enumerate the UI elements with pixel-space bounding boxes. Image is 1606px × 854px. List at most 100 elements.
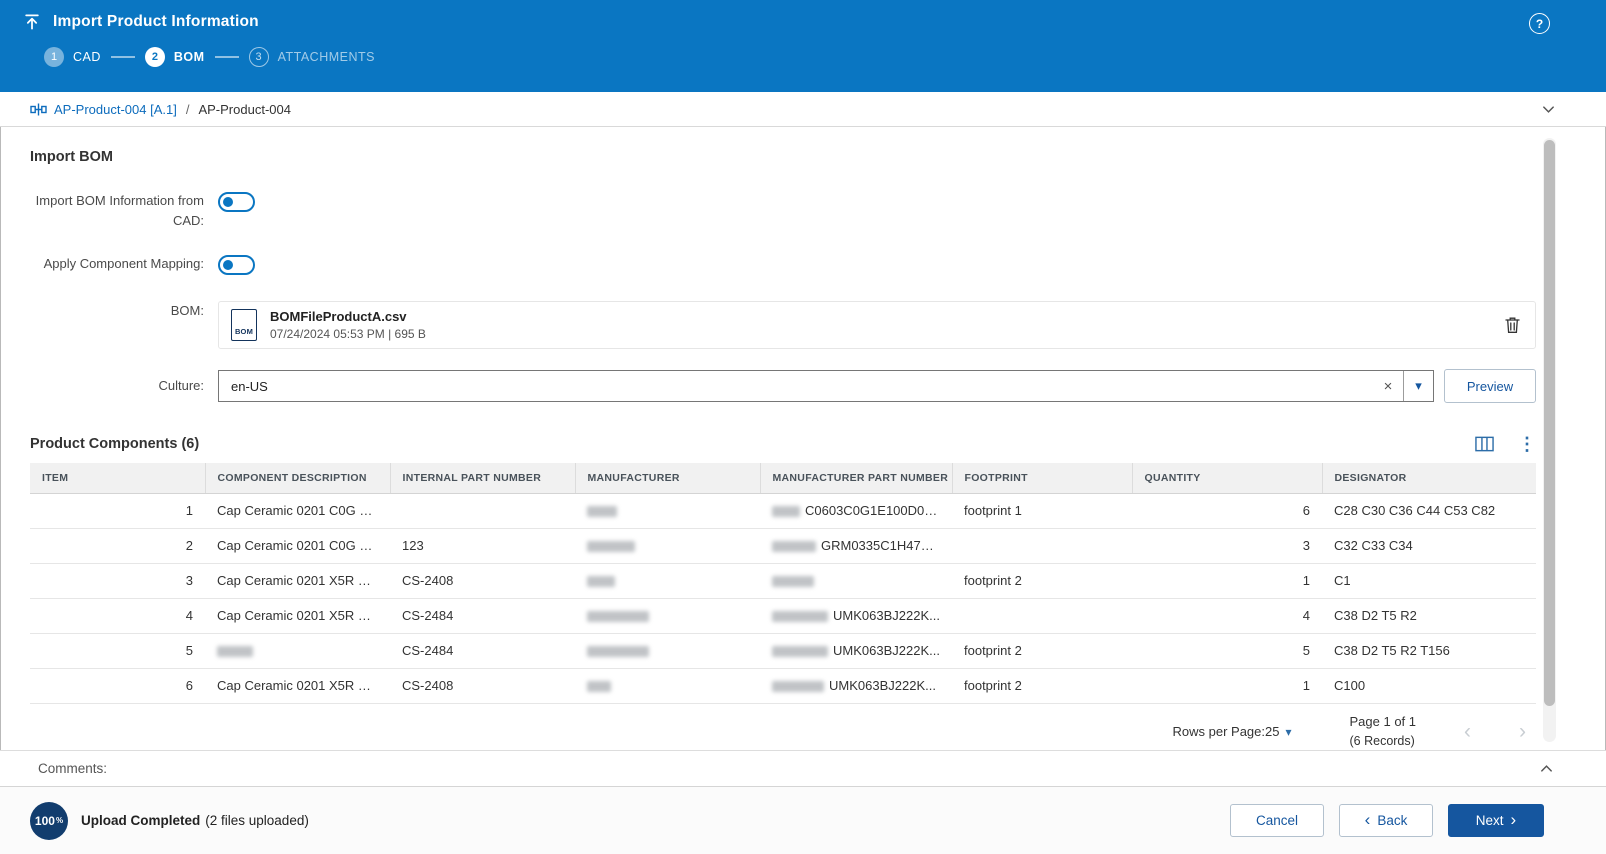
column-header-item[interactable]: ITEM bbox=[30, 463, 205, 493]
step-cad-label: CAD bbox=[73, 50, 101, 64]
column-header-manufacturer[interactable]: MANUFACTURER bbox=[575, 463, 760, 493]
breadcrumb-separator: / bbox=[186, 102, 190, 117]
page-info: Page 1 of 1 (6 Records) bbox=[1350, 713, 1417, 750]
step-connector bbox=[215, 56, 239, 58]
step-attachments-number: 3 bbox=[249, 47, 269, 67]
bom-file-row: BOM: BOM BOMFileProductA.csv 07/24/2024 … bbox=[30, 301, 1536, 349]
next-button[interactable]: Next › bbox=[1448, 804, 1544, 837]
import-bom-section-title: Import BOM bbox=[30, 149, 1536, 165]
cancel-button[interactable]: Cancel bbox=[1230, 804, 1324, 837]
step-attachments[interactable]: 3 ATTACHMENTS bbox=[249, 47, 375, 67]
title-row: Import Product Information bbox=[22, 12, 1584, 32]
product-components-title: Product Components (6) bbox=[30, 436, 199, 452]
column-header-component-description[interactable]: COMPONENT DESCRIPTION bbox=[205, 463, 390, 493]
bom-file-card: BOM BOMFileProductA.csv 07/24/2024 05:53… bbox=[218, 301, 1536, 349]
footer: 100% Upload Completed(2 files uploaded) … bbox=[0, 786, 1606, 854]
rows-per-page-selector[interactable]: Rows per Page:25 ▾ bbox=[1173, 724, 1292, 739]
upload-status-bold: Upload Completed bbox=[81, 813, 200, 828]
apply-component-mapping-toggle[interactable] bbox=[218, 255, 255, 275]
product-components-header: Product Components (6) ⋮ bbox=[30, 435, 1536, 453]
app-header: Import Product Information ? 1 CAD 2 BOM… bbox=[0, 0, 1606, 92]
main-content: Import BOM Import BOM Information from C… bbox=[0, 127, 1606, 750]
bom-file-info: BOMFileProductA.csv 07/24/2024 05:53 PM … bbox=[270, 309, 426, 341]
bom-label: BOM: bbox=[30, 301, 218, 321]
pagination: Rows per Page:25 ▾ Page 1 of 1 (6 Record… bbox=[30, 708, 1536, 751]
redacted-text bbox=[587, 506, 617, 517]
import-from-cad-toggle[interactable] bbox=[218, 192, 255, 212]
next-button-label: Next bbox=[1476, 813, 1504, 828]
breadcrumb-product-link[interactable]: AP-Product-004 [A.1] bbox=[54, 102, 177, 117]
bom-file-icon: BOM bbox=[231, 309, 257, 341]
table-row[interactable]: 4Cap Ceramic 0201 X5R 10% ...CS-2484UMK0… bbox=[30, 598, 1536, 633]
culture-value[interactable]: en-US bbox=[219, 379, 1373, 394]
comments-chevron-up-icon[interactable] bbox=[1539, 761, 1554, 776]
table-row[interactable]: 2Cap Ceramic 0201 C0G 5% 5...123GRM0335C… bbox=[30, 528, 1536, 563]
rows-per-page-label: Rows per Page: bbox=[1173, 724, 1266, 739]
help-icon[interactable]: ? bbox=[1529, 13, 1550, 34]
components-table: ITEMCOMPONENT DESCRIPTIONINTERNAL PART N… bbox=[30, 463, 1536, 704]
import-from-cad-label: Import BOM Information from CAD: bbox=[30, 191, 218, 230]
help-glyph: ? bbox=[1536, 17, 1543, 31]
import-upload-icon bbox=[22, 12, 42, 32]
redacted-text bbox=[772, 541, 816, 552]
step-bom-label: BOM bbox=[174, 50, 205, 64]
step-bom[interactable]: 2 BOM bbox=[145, 47, 205, 67]
column-settings-icon[interactable] bbox=[1475, 436, 1494, 452]
clear-icon[interactable]: × bbox=[1373, 378, 1403, 395]
vertical-scrollbar[interactable] bbox=[1543, 138, 1556, 742]
comments-section[interactable]: Comments: bbox=[0, 750, 1606, 786]
upload-status: Upload Completed(2 files uploaded) bbox=[81, 813, 309, 828]
redacted-text bbox=[587, 681, 611, 692]
back-button[interactable]: ‹ Back bbox=[1339, 804, 1433, 837]
column-header-manufacturer-part-number[interactable]: MANUFACTURER PART NUMBER bbox=[760, 463, 952, 493]
footer-buttons: Cancel ‹ Back Next › bbox=[1230, 804, 1544, 837]
redacted-text bbox=[587, 541, 635, 552]
column-header-quantity[interactable]: QUANTITY bbox=[1132, 463, 1322, 493]
records-label: (6 Records) bbox=[1350, 732, 1417, 750]
upload-progress-badge: 100% bbox=[30, 802, 68, 840]
column-header-internal-part-number[interactable]: INTERNAL PART NUMBER bbox=[390, 463, 575, 493]
preview-button[interactable]: Preview bbox=[1444, 369, 1536, 403]
table-row[interactable]: 6Cap Ceramic 0201 X5R 10% ...CS-2408UMK0… bbox=[30, 668, 1536, 703]
next-page-icon[interactable]: › bbox=[1519, 721, 1526, 742]
scrollbar-thumb[interactable] bbox=[1544, 140, 1555, 706]
culture-combobox[interactable]: en-US × ▾ bbox=[218, 370, 1434, 402]
step-bom-number: 2 bbox=[145, 47, 165, 67]
previous-page-icon[interactable]: ‹ bbox=[1464, 721, 1471, 742]
product-icon bbox=[30, 102, 47, 117]
apply-component-mapping-label: Apply Component Mapping: bbox=[30, 254, 218, 274]
redacted-text bbox=[587, 611, 649, 622]
breadcrumb-current: AP-Product-004 bbox=[198, 102, 291, 117]
bom-file-meta: 07/24/2024 05:53 PM | 695 B bbox=[270, 327, 426, 341]
bom-file-name: BOMFileProductA.csv bbox=[270, 309, 426, 324]
page-title: Import Product Information bbox=[53, 13, 259, 31]
redacted-text bbox=[772, 506, 800, 517]
redacted-text bbox=[772, 611, 828, 622]
step-connector bbox=[111, 56, 135, 58]
chevron-right-icon: › bbox=[1511, 811, 1517, 828]
table-row[interactable]: 3Cap Ceramic 0201 X5R 10% ...CS-2408foot… bbox=[30, 563, 1536, 598]
column-header-footprint[interactable]: FOOTPRINT bbox=[952, 463, 1132, 493]
culture-label: Culture: bbox=[30, 376, 218, 396]
step-attachments-label: ATTACHMENTS bbox=[278, 50, 375, 64]
step-cad[interactable]: 1 CAD bbox=[44, 47, 101, 67]
back-button-label: Back bbox=[1377, 813, 1407, 828]
table-row[interactable]: 5CS-2484UMK063BJ222K...footprint 25C38 D… bbox=[30, 633, 1536, 668]
delete-file-trash-icon[interactable] bbox=[1502, 314, 1523, 336]
column-header-designator[interactable]: DESIGNATOR bbox=[1322, 463, 1536, 493]
breadcrumb-chevron-down-icon[interactable] bbox=[1541, 102, 1556, 117]
import-from-cad-row: Import BOM Information from CAD: bbox=[30, 191, 1536, 230]
page-label: Page 1 of 1 bbox=[1350, 713, 1417, 732]
import-product-information-window: Import Product Information ? 1 CAD 2 BOM… bbox=[0, 0, 1606, 854]
comments-label: Comments: bbox=[38, 761, 107, 776]
table-row[interactable]: 1Cap Ceramic 0201 C0G +/-0...C0603C0G1E1… bbox=[30, 493, 1536, 528]
bom-file-icon-text: BOM bbox=[235, 327, 253, 336]
culture-row: Culture: en-US × ▾ Preview bbox=[30, 369, 1536, 403]
redacted-text bbox=[217, 646, 253, 657]
chevron-down-icon: ▾ bbox=[1285, 725, 1291, 739]
redacted-text bbox=[772, 646, 828, 657]
chevron-down-icon[interactable]: ▾ bbox=[1403, 371, 1433, 401]
chevron-left-icon: ‹ bbox=[1365, 811, 1371, 828]
more-options-kebab-icon[interactable]: ⋮ bbox=[1518, 435, 1536, 453]
redacted-text bbox=[587, 646, 649, 657]
